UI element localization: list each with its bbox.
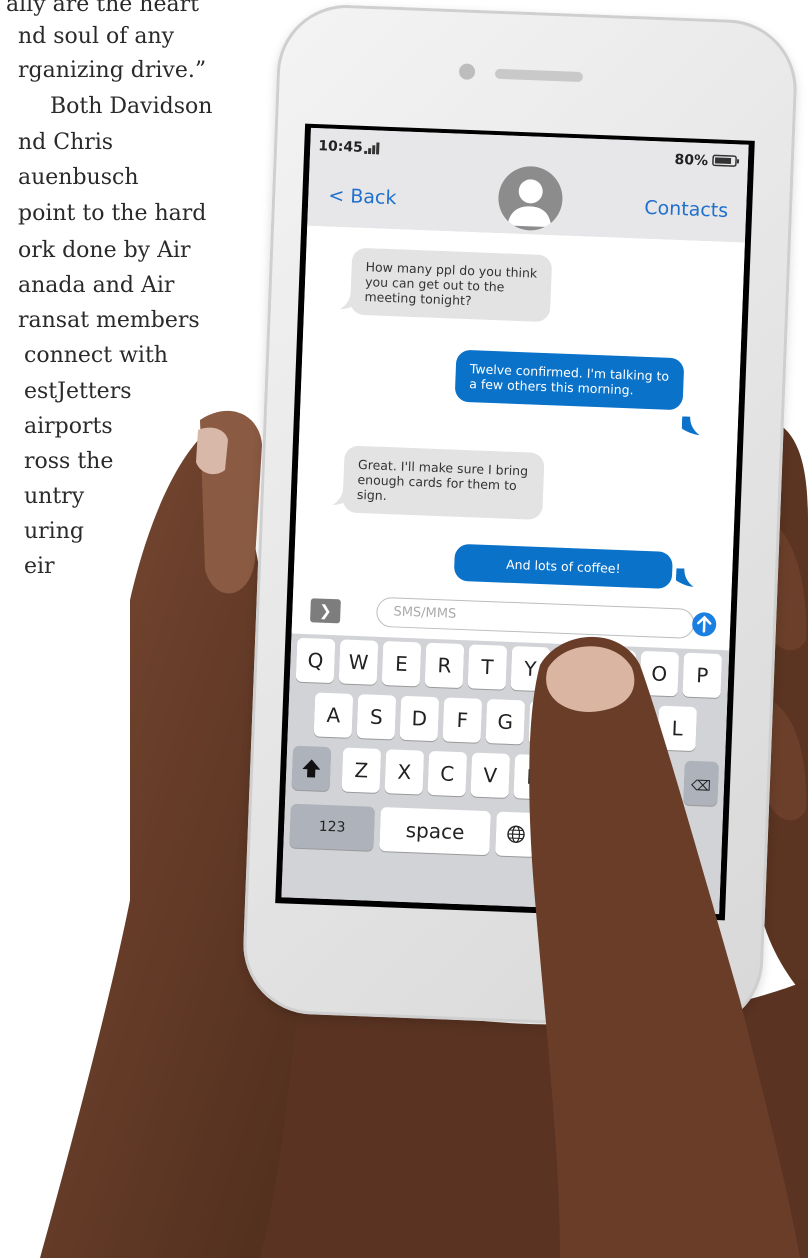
tapping-finger-illustration xyxy=(529,636,800,1258)
